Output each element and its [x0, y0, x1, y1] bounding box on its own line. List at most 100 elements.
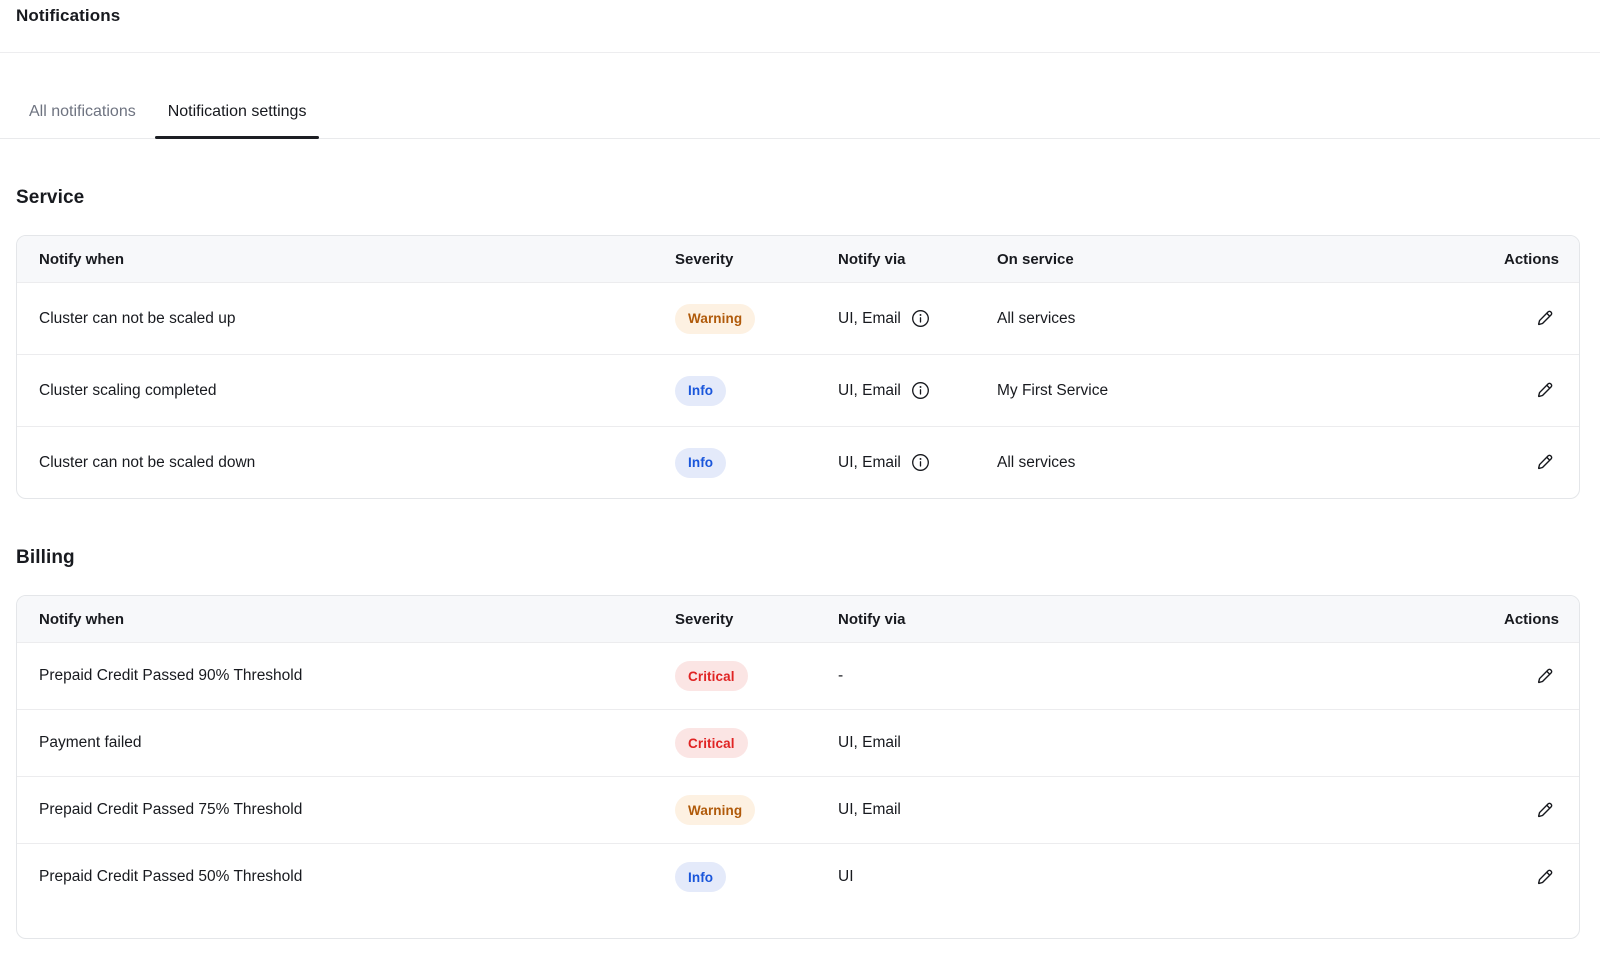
notify-via-label: UI	[838, 868, 854, 886]
notify-when-cell: Cluster can not be scaled up	[17, 310, 675, 328]
table-row: Payment failed Critical UI, Email	[17, 709, 1579, 776]
actions-cell	[1447, 796, 1579, 825]
notify-when-label: Payment failed	[39, 734, 142, 751]
table-body: Cluster can not be scaled up Warning UI,…	[17, 282, 1579, 498]
edit-button[interactable]	[1531, 376, 1559, 404]
notify-via-cell: UI, Email	[838, 309, 997, 328]
severity-badge: Warning	[675, 304, 755, 334]
edit-button[interactable]	[1531, 863, 1559, 891]
table-row: Cluster can not be scaled up Warning UI,…	[17, 282, 1579, 354]
on-service-label: My First Service	[997, 382, 1108, 399]
notify-when-label: Prepaid Credit Passed 90% Threshold	[39, 667, 302, 684]
table-row: Cluster scaling completed Info UI, Email…	[17, 354, 1579, 426]
notify-when-cell: Cluster scaling completed	[17, 382, 675, 400]
service-section: Service Notify when Severity Notify via …	[16, 187, 1580, 499]
pencil-icon	[1535, 666, 1555, 686]
table-header-row: Notify when Severity Notify via On servi…	[17, 236, 1579, 282]
severity-badge: Info	[675, 862, 726, 892]
notify-via-label: UI, Email	[838, 310, 901, 328]
column-header-on-service: On service	[997, 251, 1447, 268]
severity-cell: Info	[675, 448, 838, 478]
table-row: Prepaid Credit Passed 75% Threshold Warn…	[17, 776, 1579, 843]
table-row: Prepaid Credit Passed 50% Threshold Info…	[17, 843, 1579, 910]
actions-cell	[1447, 662, 1579, 691]
notify-via-label: -	[838, 667, 843, 685]
severity-cell: Critical	[675, 661, 838, 691]
pencil-icon	[1535, 380, 1555, 400]
notify-via-info-button[interactable]	[911, 309, 930, 328]
notify-when-cell: Prepaid Credit Passed 75% Threshold	[17, 801, 675, 819]
column-header-notify-via: Notify via	[838, 611, 1447, 628]
tab-notification-settings[interactable]: Notification settings	[155, 90, 320, 138]
page-header: Notifications	[0, 0, 1600, 53]
edit-button[interactable]	[1531, 796, 1559, 824]
column-header-notify-when: Notify when	[17, 611, 675, 628]
info-icon	[911, 453, 930, 472]
table-row: Prepaid Credit Passed 90% Threshold Crit…	[17, 642, 1579, 709]
on-service-label: All services	[997, 310, 1075, 327]
notify-when-label: Prepaid Credit Passed 75% Threshold	[39, 801, 302, 818]
severity-cell: Warning	[675, 795, 838, 825]
table-row: Cluster can not be scaled down Info UI, …	[17, 426, 1579, 498]
severity-badge: Warning	[675, 795, 755, 825]
notify-via-label: UI, Email	[838, 734, 901, 752]
table-header-row: Notify when Severity Notify via Actions	[17, 596, 1579, 642]
tab-all-notifications[interactable]: All notifications	[16, 90, 149, 138]
column-header-actions: Actions	[1447, 251, 1579, 268]
section-heading-billing: Billing	[16, 547, 1580, 569]
pencil-icon	[1535, 308, 1555, 328]
column-header-actions: Actions	[1447, 611, 1579, 628]
notify-via-label: UI, Email	[838, 382, 901, 400]
notify-via-cell: UI, Email	[838, 453, 997, 472]
on-service-cell: All services	[997, 454, 1447, 472]
section-heading-service: Service	[16, 187, 1580, 209]
on-service-label: All services	[997, 454, 1075, 471]
severity-cell: Critical	[675, 728, 838, 758]
notify-when-cell: Prepaid Credit Passed 50% Threshold	[17, 868, 675, 886]
notify-via-cell: UI, Email	[838, 381, 997, 400]
actions-cell	[1447, 376, 1579, 405]
info-icon	[911, 309, 930, 328]
notify-when-label: Prepaid Credit Passed 50% Threshold	[39, 868, 302, 885]
edit-button[interactable]	[1531, 448, 1559, 476]
column-header-notify-when: Notify when	[17, 251, 675, 268]
pencil-icon	[1535, 800, 1555, 820]
column-header-notify-via: Notify via	[838, 251, 997, 268]
notify-via-info-button[interactable]	[911, 381, 930, 400]
severity-cell: Info	[675, 376, 838, 406]
notify-via-cell: UI, Email	[838, 801, 1447, 819]
severity-cell: Info	[675, 862, 838, 892]
billing-table: Notify when Severity Notify via Actions …	[16, 595, 1580, 939]
table-bottom-spacer	[17, 910, 1579, 938]
notify-when-label: Cluster can not be scaled up	[39, 310, 235, 327]
actions-cell	[1447, 304, 1579, 333]
pencil-icon	[1535, 452, 1555, 472]
service-table: Notify when Severity Notify via On servi…	[16, 235, 1580, 499]
notify-when-cell: Payment failed	[17, 734, 675, 752]
pencil-icon	[1535, 867, 1555, 887]
notify-when-label: Cluster scaling completed	[39, 382, 216, 399]
actions-cell	[1447, 863, 1579, 892]
severity-badge: Info	[675, 448, 726, 478]
edit-button[interactable]	[1531, 662, 1559, 690]
page-title: Notifications	[16, 6, 1584, 26]
on-service-cell: My First Service	[997, 382, 1447, 400]
billing-section: Billing Notify when Severity Notify via …	[16, 547, 1580, 939]
actions-cell	[1447, 448, 1579, 477]
edit-button[interactable]	[1531, 304, 1559, 332]
notify-via-info-button[interactable]	[911, 453, 930, 472]
severity-badge: Info	[675, 376, 726, 406]
column-header-severity: Severity	[675, 611, 838, 628]
notify-when-cell: Prepaid Credit Passed 90% Threshold	[17, 667, 675, 685]
main-content: Service Notify when Severity Notify via …	[0, 187, 1600, 939]
notify-via-cell: UI	[838, 868, 1447, 886]
notify-when-label: Cluster can not be scaled down	[39, 454, 255, 471]
table-body: Prepaid Credit Passed 90% Threshold Crit…	[17, 642, 1579, 910]
notify-when-cell: Cluster can not be scaled down	[17, 454, 675, 472]
tab-bar: All notifications Notification settings	[0, 53, 1600, 139]
severity-cell: Warning	[675, 304, 838, 334]
on-service-cell: All services	[997, 310, 1447, 328]
info-icon	[911, 381, 930, 400]
notify-via-cell: -	[838, 667, 1447, 685]
column-header-severity: Severity	[675, 251, 838, 268]
